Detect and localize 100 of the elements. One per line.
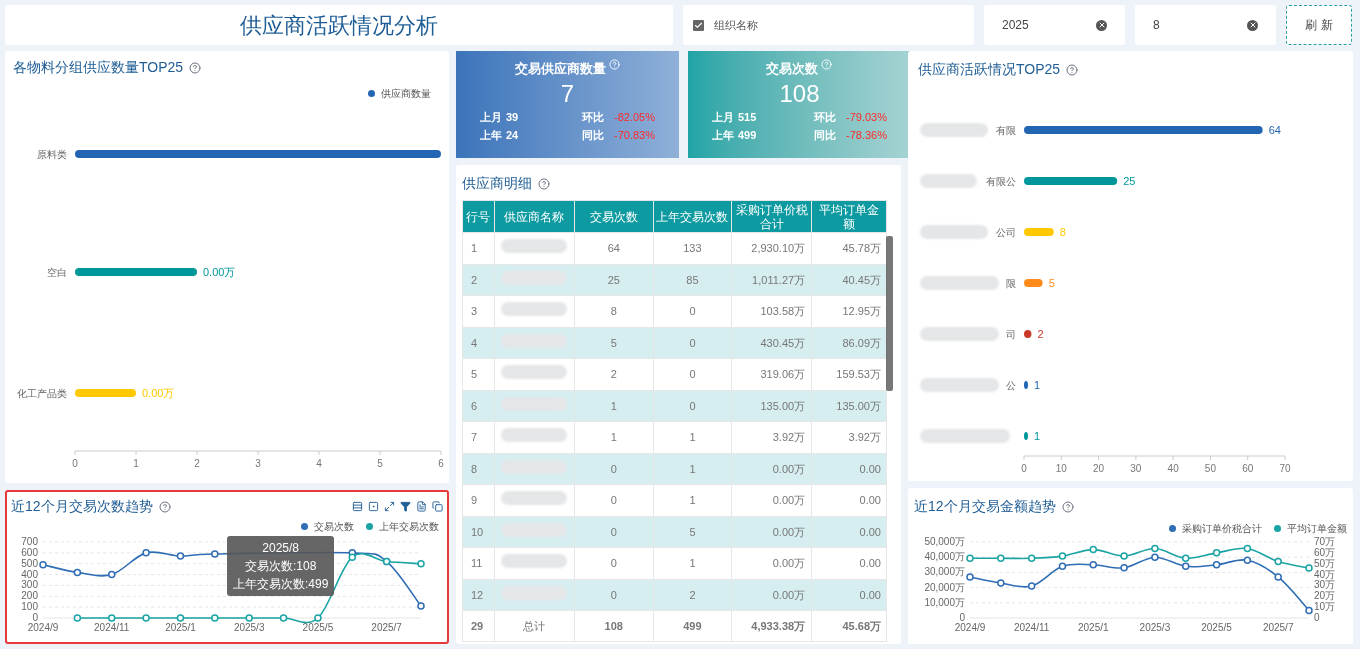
clear-icon[interactable] (1096, 19, 1107, 31)
value-label: 8 (1059, 226, 1066, 238)
table-cell: 1 (653, 547, 732, 579)
value-label: 64 (1268, 124, 1281, 136)
table-cell: 108 (574, 610, 654, 642)
table-cell: 5 (462, 358, 495, 390)
kpi-ratio-label: 同比 (582, 128, 605, 143)
axis-tick-label: 4 (316, 458, 322, 469)
axis-tick-label: 6 (438, 458, 444, 469)
legend-label[interactable]: 采购订单价税合计 (1182, 521, 1262, 536)
table-cell: 0.00万 (731, 484, 812, 516)
axis-tick-label: 10万 (1314, 601, 1336, 613)
tooltip-title: 2025/8 (262, 540, 300, 557)
axis-tick-label: 2024/9 (954, 622, 986, 633)
table-cell: 0 (653, 358, 732, 390)
help-icon[interactable] (1061, 500, 1074, 513)
filter-icon[interactable] (400, 501, 411, 512)
table-view-icon[interactable] (352, 501, 363, 512)
clear-icon[interactable] (1247, 19, 1258, 31)
axis-tick-label: 2024/9 (27, 622, 59, 633)
help-icon[interactable] (158, 500, 171, 513)
help-icon[interactable] (538, 177, 550, 190)
table-cell: 64 (574, 232, 654, 264)
table-cell: 0.00 (811, 484, 887, 516)
table-cell: 29 (462, 610, 495, 642)
legend-label[interactable]: 上年交易次数 (379, 519, 439, 534)
table-cell: 25 (574, 264, 654, 296)
category-label: 司 (1006, 329, 1016, 340)
axis-tick-label: 40 (1167, 463, 1179, 474)
table-cell: 12 (462, 579, 495, 611)
table-cell: 0.00万 (731, 516, 812, 548)
checkbox-label: 组织名称 (714, 17, 758, 33)
panel-title: 近12个月交易次数趋势 (11, 497, 153, 516)
axis-tick-label: 1 (133, 458, 139, 469)
value-label: 25 (1123, 175, 1136, 187)
legend-label[interactable]: 供应商数量 (381, 86, 431, 101)
frame-icon[interactable] (368, 501, 379, 512)
value-label: 0.00万 (203, 266, 236, 278)
table-cell: 0.00万 (731, 579, 812, 611)
table-cell: 1 (653, 421, 732, 453)
table-cell: 2 (653, 579, 732, 611)
redaction-blur (920, 123, 988, 137)
value-label: 0.00万 (142, 387, 175, 399)
table-cell: 0.00 (811, 579, 887, 611)
panel-title: 近12个月交易金额趋势 (914, 497, 1056, 516)
axis-tick-label: 5 (377, 458, 383, 469)
table-cell: 1,011.27万 (731, 264, 812, 296)
axis-tick-label: 2 (194, 458, 200, 469)
table-cell: 5 (574, 327, 654, 359)
axis-tick-label: 0 (72, 458, 78, 469)
category-label: 原料类 (37, 149, 67, 160)
table-cell: 0.00 (811, 453, 887, 485)
copy-icon[interactable] (432, 501, 443, 512)
scrollbar[interactable] (886, 236, 893, 391)
axis-tick-label: 20万 (1314, 590, 1336, 602)
filter-field[interactable]: 组织名称 (683, 5, 974, 45)
panel-title: 供应商明细 (462, 174, 532, 193)
help-icon[interactable] (189, 61, 202, 74)
kpi-row-value: 24 (506, 128, 520, 143)
axis-tick-label: 10 (1055, 463, 1067, 474)
category-label: 空白 (47, 267, 67, 278)
select-field[interactable]: 2025 (984, 5, 1125, 45)
category-label: 化工产品类 (17, 388, 67, 399)
axis-tick-label: 20,000万 (924, 581, 965, 593)
kpi-ratio: -82.05% (614, 109, 655, 125)
table-cell: 0.00 (811, 516, 887, 548)
table-cell: 3.92万 (811, 421, 887, 453)
axis-tick-label: 3 (255, 458, 261, 469)
kpi-value: 108 (779, 78, 820, 109)
legend-label[interactable]: 交易次数 (314, 519, 354, 534)
table-cell: 8 (462, 453, 495, 485)
kpi-row-label: 上月 (712, 109, 735, 125)
table-cell: 1 (574, 390, 654, 422)
select-field[interactable]: 8 (1135, 5, 1276, 45)
legend-label[interactable]: 平均订单金额 (1287, 521, 1347, 536)
table-cell: 8 (574, 295, 654, 327)
export-icon[interactable] (416, 501, 427, 512)
redaction-blur (501, 302, 568, 316)
value-label: 2 (1037, 328, 1044, 340)
refresh-button[interactable]: 刷 新 (1286, 5, 1352, 45)
table-cell: 11 (462, 547, 495, 579)
table-cell: 430.45万 (731, 327, 812, 359)
value-label: 1 (1034, 379, 1041, 391)
table-cell: 85 (653, 264, 732, 296)
table-cell: 7 (462, 421, 495, 453)
axis-tick-label: 100 (21, 601, 38, 613)
table-cell: 0 (574, 547, 654, 579)
kpi-ratio-label: 环比 (582, 109, 605, 125)
table-cell: 4,933.38万 (731, 610, 812, 642)
checkbox[interactable] (693, 19, 704, 31)
expand-icon[interactable] (384, 501, 395, 512)
redaction-blur (501, 239, 568, 253)
redaction-blur (501, 428, 568, 442)
axis-tick-label: 2024/11 (94, 622, 130, 633)
axis-tick-label: 2025/1 (165, 622, 196, 633)
help-icon[interactable] (1066, 63, 1079, 76)
table-cell: 0.00万 (731, 547, 812, 579)
value-label: 5 (1048, 277, 1055, 289)
axis-tick-label: 400 (21, 568, 38, 580)
axis-tick-label: 600 (21, 546, 38, 558)
